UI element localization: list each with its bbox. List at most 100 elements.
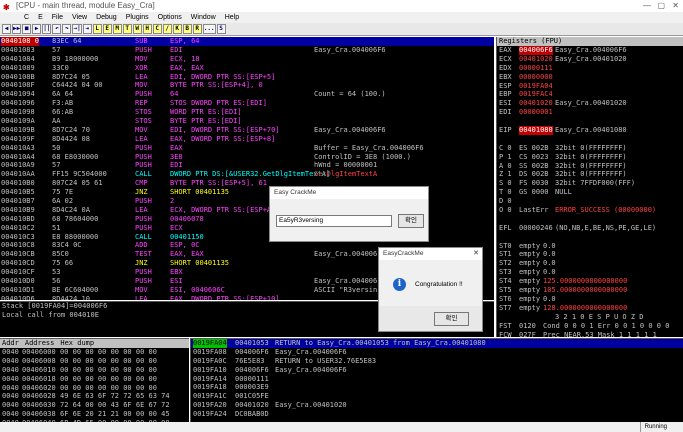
minimize-button[interactable]: — (643, 0, 651, 12)
register-row[interactable]: ST1 empty 0.0 (497, 250, 683, 259)
register-row[interactable]: 3 2 1 0 E S P U O Z D (497, 313, 683, 322)
toolbar-button[interactable]: ... (202, 24, 216, 34)
register-row[interactable]: P 1 CS 0023 32bit 0(FFFFFFFF) (497, 153, 683, 162)
register-row[interactable]: EDX 00000111 (497, 64, 683, 73)
dump-row[interactable]: 0040 00406020 00 00 00 00 00 00 00 00 (0, 384, 189, 393)
toolbar-button[interactable]: ⇥ (82, 24, 92, 34)
disasm-row[interactable]: 00401098 66:AB STOS WORD PTR ES:[EDI] (0, 108, 494, 117)
stack-row[interactable]: 0019FA08 004006F6 Easy_Cra.004006F6 (191, 348, 683, 357)
toolbar-button[interactable]: ▶▶ (12, 24, 22, 34)
disasm-row[interactable]: 00401094 6A 64 PUSH 64 Count = 64 (100.) (0, 90, 494, 99)
stack-row[interactable]: 0019FA10 004006F6 Easy_Cra.004006F6 (191, 366, 683, 375)
dump-pane[interactable]: Addr Address Hex dump 0040 00406000 00 00… (0, 338, 189, 432)
disasm-row[interactable]: 0040108 0 83EC 64 SUB ESP, 64 (0, 37, 494, 46)
toolbar-button[interactable]: K (172, 24, 182, 34)
menu-item[interactable]: Plugins (126, 12, 149, 23)
toolbar-button[interactable]: ◀ (2, 24, 11, 34)
toolbar-button[interactable]: T (122, 24, 132, 34)
close-icon[interactable]: ✕ (473, 248, 479, 260)
disasm-row[interactable]: 00401096 F3:AB REP STOS DWORD PTR ES:[EDI] (0, 99, 494, 108)
register-row[interactable]: A 0 SS 002B 32bit 0(FFFFFFFF) (497, 162, 683, 171)
toolbar-button[interactable]: || (42, 24, 52, 34)
register-row[interactable]: FST 0120 Cond 0 0 0 1 Err 0 0 1 0 0 0 0 (497, 322, 683, 331)
disasm-row[interactable]: 0040108F C64424 04 00 MOV BYTE PTR SS:[ESP+… (0, 81, 494, 90)
register-row[interactable]: EFL 00000246 (NO,NB,E,BE,NS,PE,GE,LE) (497, 224, 683, 233)
stack-row[interactable]: 0019FA0C 76E5E83 RETURN to USER32.76E5E83 (191, 357, 683, 366)
toolbar-button[interactable]: / (162, 24, 172, 34)
register-row[interactable]: ST4 empty 125.0000000000000000 (497, 277, 683, 286)
toolbar-button[interactable]: →| (72, 24, 82, 34)
close-button[interactable]: ✕ (672, 0, 679, 12)
register-row[interactable]: T 0 GS 0000 NULL (497, 188, 683, 197)
stack-row[interactable]: 0019FA14 00000111 (191, 375, 683, 384)
stack-row[interactable]: 0019FA1C 001C05FE (191, 392, 683, 401)
dump-row[interactable]: 0040 00406008 00 00 00 00 00 00 00 00 (0, 357, 189, 366)
register-row[interactable]: D 0 (497, 197, 683, 206)
dump-row[interactable]: 0040 00406010 00 00 00 00 00 00 00 00 (0, 366, 189, 375)
register-row[interactable]: S 0 FS 0030 32bit 7FFDF000(FFF) (497, 179, 683, 188)
register-row[interactable] (497, 117, 683, 126)
toolbar-button[interactable]: B (182, 24, 192, 34)
register-row[interactable]: ECX 00401020 Easy_Cra.00401020 (497, 55, 683, 64)
disasm-row[interactable]: 004010A4 68 E8030000 PUSH 3E8 ControlID = 3E… (0, 153, 494, 162)
menu-item[interactable]: Options (158, 12, 182, 23)
disasm-row[interactable]: 0040109A AA STOS BYTE PTR ES:[EDI] (0, 117, 494, 126)
register-row[interactable]: EBX 00000000 (497, 73, 683, 82)
toolbar-button[interactable]: ↷ (62, 24, 72, 34)
disasm-row[interactable]: 004010AA FF15 9C504000 CALL DWORD PTR DS:[&… (0, 170, 494, 179)
disasm-row[interactable]: 0040109B 8D7C24 70 MOV EDI, DWORD PTR SS:[E… (0, 126, 494, 135)
toolbar-button[interactable]: R (192, 24, 202, 34)
menu-item[interactable]: File (52, 12, 63, 23)
register-row[interactable]: ST2 empty 0.0 (497, 259, 683, 268)
disasm-row[interactable]: 0040108B 8D7C24 05 LEA EDI, DWORD PTR SS:[E… (0, 73, 494, 82)
register-row[interactable]: ST5 empty 105.0000000000000000 (497, 286, 683, 295)
disasm-row[interactable]: 00401083 57 PUSH EDI Easy_Cra.004006F6 (0, 46, 494, 55)
register-row[interactable]: O 0 LastErr ERROR_SUCCESS (00000000) (497, 206, 683, 215)
menu-item[interactable]: E (38, 12, 43, 23)
register-row[interactable] (497, 135, 683, 144)
toolbar-button[interactable]: W (132, 24, 142, 34)
disasm-row[interactable]: 004010A3 50 PUSH EAX Buffer = Easy_Cra.00400… (0, 144, 494, 153)
register-row[interactable]: C 0 ES 002B 32bit 0(FFFFFFFF) (497, 144, 683, 153)
register-row[interactable] (497, 233, 683, 242)
menu-item[interactable]: View (72, 12, 87, 23)
register-row[interactable]: ST7 empty 128.0000000000000000 (497, 304, 683, 313)
menu-item[interactable]: Debug (96, 12, 117, 23)
disasm-row[interactable]: 00401084 B9 18000000 MOV ECX, 18 (0, 55, 494, 64)
toolbar-button[interactable]: ↶ (52, 24, 62, 34)
stack-row[interactable]: 0019FA20 00401020 Easy_Cra.00401020 (191, 401, 683, 410)
menu-item[interactable]: Help (225, 12, 239, 23)
maximize-button[interactable]: ▢ (657, 0, 665, 12)
stack-row[interactable]: 0019FA04 00401053 RETURN to Easy_Cra.00401… (191, 339, 683, 348)
stack-row[interactable]: 0019FA24 DC0BAB0D (191, 410, 683, 419)
toolbar-button[interactable]: S (216, 24, 226, 34)
dump-row[interactable]: 0040 00406038 6F 6E 20 21 21 00 00 00 45 (0, 410, 189, 419)
confirm-button[interactable]: 확인 (398, 214, 424, 228)
toolbar-button[interactable]: M (112, 24, 122, 34)
register-row[interactable]: Z 1 DS 002B 32bit 0(FFFFFFFF) (497, 170, 683, 179)
toolbar-button[interactable]: ■ (22, 24, 32, 34)
disasm-row[interactable]: 0040109F 8D4424 08 LEA EAX, DWORD PTR SS:[E… (0, 135, 494, 144)
registers-pane[interactable]: Registers (FPU) EAX 004006F6 Easy_Cra.0040… (496, 37, 683, 339)
ok-button[interactable]: 확인 (434, 312, 469, 326)
dump-row[interactable]: 0040 00406018 00 00 00 00 00 00 00 00 (0, 375, 189, 384)
register-row[interactable]: EAX 004006F6 Easy_Cra.004006F6 (497, 46, 683, 55)
dump-row[interactable]: 0040 00406030 72 64 00 00 43 6F 6E 67 72 (0, 401, 189, 410)
menu-item[interactable]: C (24, 12, 29, 23)
dump-row[interactable]: 0040 00406028 49 6E 63 6F 72 72 65 63 74 (0, 392, 189, 401)
stack-pane[interactable]: 0019FA04 00401053 RETURN to Easy_Cra.00401… (190, 338, 683, 422)
disasm-row[interactable]: 004010A9 57 PUSH EDI hWnd = 00000001 (0, 161, 494, 170)
register-row[interactable]: ESI 00401020 Easy_Cra.00401020 (497, 99, 683, 108)
register-row[interactable]: ST6 empty 0.0 (497, 295, 683, 304)
register-row[interactable]: ST3 empty 0.0 (497, 268, 683, 277)
dump-row[interactable]: 0040 00406000 00 00 00 00 00 00 00 00 (0, 348, 189, 357)
toolbar-button[interactable]: C (152, 24, 162, 34)
toolbar-button[interactable]: L (92, 24, 102, 34)
toolbar-button[interactable]: E (102, 24, 112, 34)
register-row[interactable]: ESP 0019FA04 (497, 82, 683, 91)
toolbar-button[interactable]: ▶ (32, 24, 42, 34)
register-row[interactable]: ST0 empty 0.0 (497, 242, 683, 251)
register-row[interactable]: EBP 0019FAC4 (497, 90, 683, 99)
register-row[interactable]: EIP 00401080 Easy_Cra.00401080 (497, 126, 683, 135)
register-row[interactable] (497, 215, 683, 224)
